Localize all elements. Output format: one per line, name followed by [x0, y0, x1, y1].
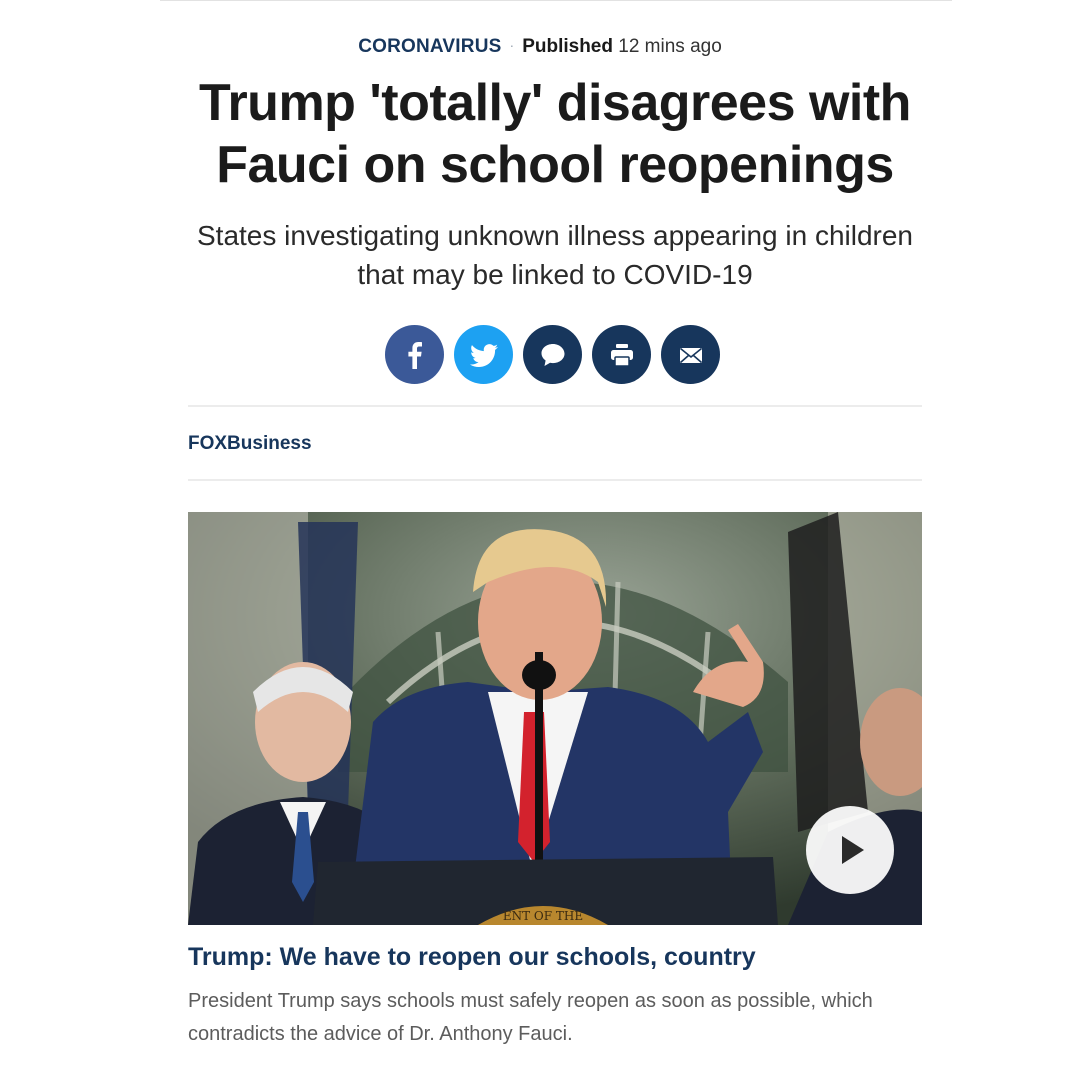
video-description: President Trump says schools must safely…	[188, 990, 873, 1045]
share-facebook-button[interactable]	[385, 325, 444, 384]
email-icon	[679, 347, 702, 363]
article-meta: CORONAVIRUS · Published 12 mins ago	[0, 32, 1080, 60]
comment-icon	[541, 343, 564, 366]
meta-separator: ·	[509, 37, 515, 53]
source-label[interactable]: FOXBusiness	[188, 431, 312, 457]
share-bar	[385, 325, 720, 385]
play-icon	[842, 836, 864, 864]
divider-bottom	[188, 479, 922, 481]
article-headline: Trump 'totally' disagrees with Fauci on …	[199, 74, 911, 194]
divider-top	[188, 405, 922, 407]
print-icon	[610, 343, 633, 367]
twitter-icon	[469, 343, 498, 367]
print-button[interactable]	[592, 325, 651, 384]
facebook-icon	[407, 341, 422, 369]
video-thumbnail[interactable]: ENT OF THE	[188, 512, 922, 925]
published-time: 12 mins ago	[618, 36, 722, 57]
published-label: Published	[522, 36, 613, 57]
article-subheadline: States investigating unknown illness app…	[197, 220, 913, 290]
email-button[interactable]	[661, 325, 720, 384]
share-twitter-button[interactable]	[454, 325, 513, 384]
top-divider	[160, 0, 952, 1]
play-button[interactable]	[806, 806, 894, 894]
video-title[interactable]: Trump: We have to reopen our schools, co…	[188, 940, 756, 974]
comment-button[interactable]	[523, 325, 582, 384]
seal-text: ENT OF THE	[503, 909, 583, 923]
category-link[interactable]: CORONAVIRUS	[358, 36, 501, 57]
